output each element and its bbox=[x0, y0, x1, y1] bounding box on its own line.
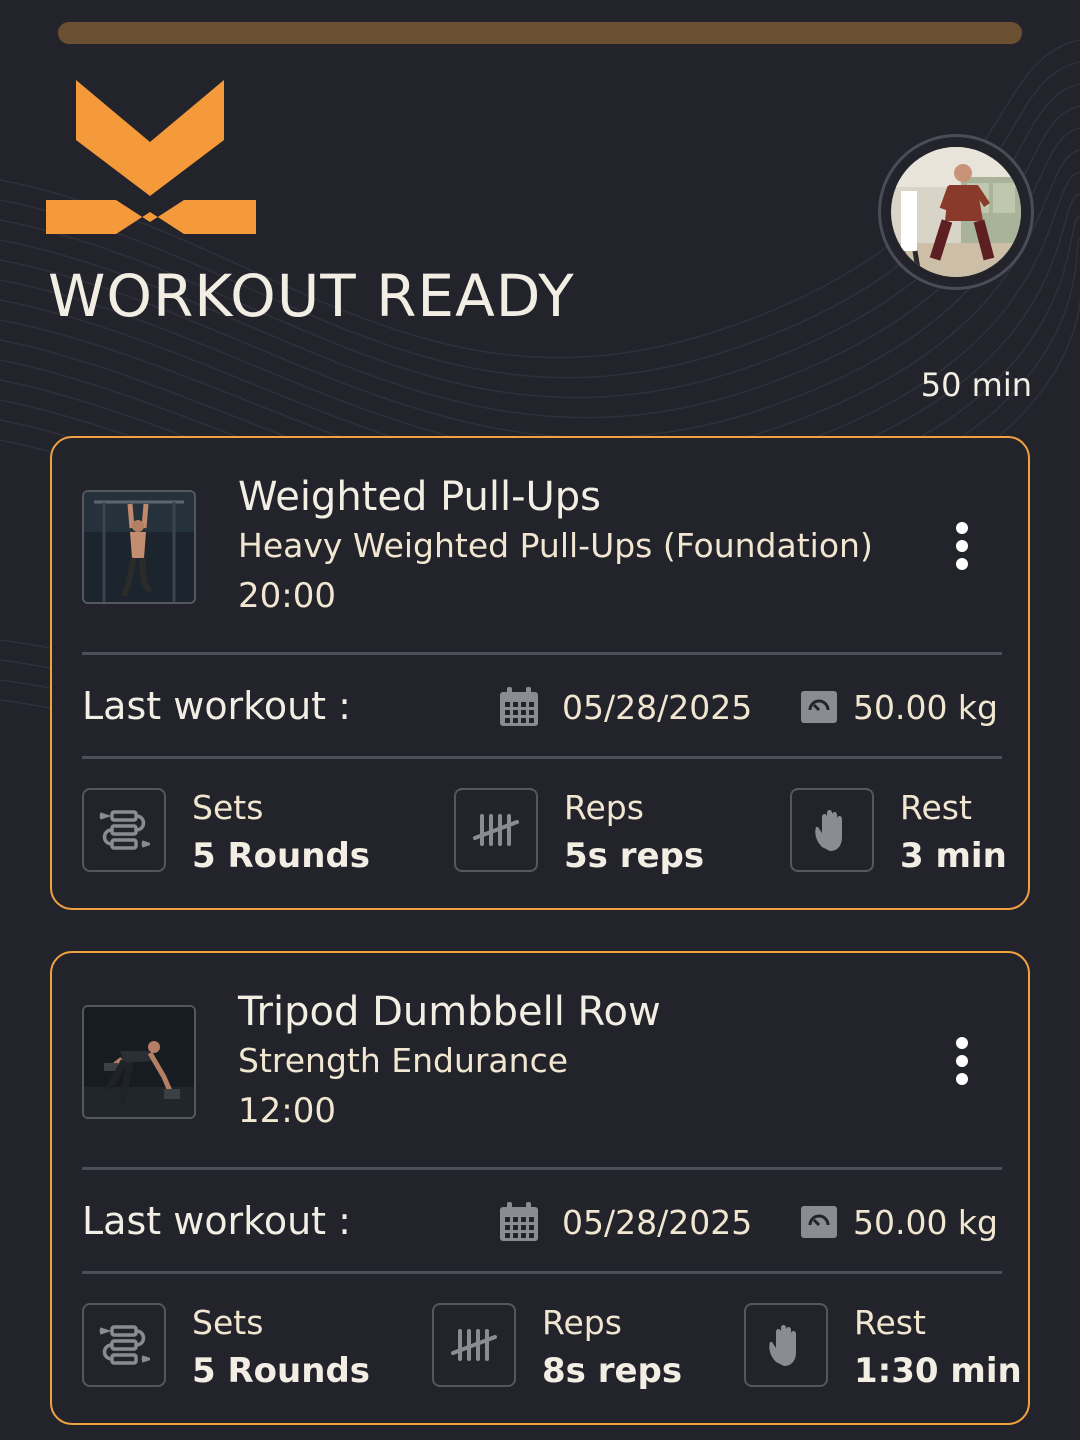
divider bbox=[82, 1167, 1002, 1170]
rest-icon-box bbox=[744, 1303, 828, 1387]
sets-icon bbox=[99, 1325, 150, 1365]
last-workout-label: Last workout : bbox=[82, 684, 351, 728]
exercise-name: Weighted Pull-Ups bbox=[238, 474, 602, 520]
reps-icon-box bbox=[454, 788, 538, 872]
rest-icon-box bbox=[790, 788, 874, 872]
sets-value: 5 Rounds bbox=[192, 836, 371, 876]
exercise-time: 20:00 bbox=[238, 576, 336, 616]
exercise-subtitle: Heavy Weighted Pull-Ups (Foundation) bbox=[238, 526, 873, 565]
rest-value: 3 min bbox=[900, 836, 1007, 876]
more-options-icon[interactable] bbox=[942, 1035, 982, 1087]
dumbbell-row-photo bbox=[82, 1005, 196, 1119]
more-options-icon[interactable] bbox=[942, 520, 982, 572]
reps-label: Reps bbox=[542, 1303, 622, 1342]
weight-scale-icon bbox=[801, 691, 837, 723]
calendar-icon bbox=[500, 687, 538, 726]
calendar-icon bbox=[500, 1202, 538, 1241]
divider bbox=[82, 1271, 1002, 1274]
hand-stop-icon bbox=[769, 1325, 796, 1366]
sets-label: Sets bbox=[192, 1303, 264, 1342]
rest-value: 1:30 min bbox=[854, 1351, 1022, 1391]
tally-marks-icon bbox=[473, 814, 519, 846]
exercise-card[interactable]: Tripod Dumbbell Row Strength Endurance 1… bbox=[50, 951, 1030, 1425]
reps-value: 5s reps bbox=[564, 836, 705, 876]
weight-scale-icon bbox=[801, 1206, 837, 1238]
exercise-subtitle: Strength Endurance bbox=[238, 1041, 569, 1080]
trainer-avatar-photo bbox=[891, 147, 1021, 277]
last-workout-date: 05/28/2025 bbox=[562, 688, 753, 727]
reps-value: 8s reps bbox=[542, 1351, 683, 1391]
sets-icon-box bbox=[82, 1303, 166, 1387]
workout-progress-bar bbox=[58, 22, 1022, 44]
trainer-avatar[interactable] bbox=[878, 134, 1034, 290]
hand-stop-icon bbox=[815, 810, 842, 851]
last-workout-label: Last workout : bbox=[82, 1199, 351, 1243]
rest-label: Rest bbox=[900, 788, 972, 827]
last-workout-weight: 50.00 kg bbox=[852, 688, 998, 727]
page-title: WORKOUT READY bbox=[48, 262, 575, 330]
rest-label: Rest bbox=[854, 1303, 926, 1342]
tally-marks-icon bbox=[451, 1329, 497, 1361]
x-brand-logo-icon bbox=[46, 80, 256, 234]
reps-label: Reps bbox=[564, 788, 644, 827]
last-workout-date: 05/28/2025 bbox=[562, 1203, 753, 1242]
progress-bar-fill bbox=[58, 22, 1022, 44]
sets-icon bbox=[99, 810, 150, 850]
last-workout-weight: 50.00 kg bbox=[852, 1203, 998, 1242]
divider bbox=[82, 652, 1002, 655]
exercise-name: Tripod Dumbbell Row bbox=[238, 989, 661, 1035]
exercise-time: 12:00 bbox=[238, 1091, 336, 1131]
exercise-card[interactable]: Weighted Pull-Ups Heavy Weighted Pull-Up… bbox=[50, 436, 1030, 910]
sets-label: Sets bbox=[192, 788, 264, 827]
reps-icon-box bbox=[432, 1303, 516, 1387]
sets-value: 5 Rounds bbox=[192, 1351, 371, 1391]
sets-icon-box bbox=[82, 788, 166, 872]
pull-up-photo bbox=[82, 490, 196, 604]
workout-ready-screen: WORKOUT READY 50 min Weighted Pull-Ups H… bbox=[0, 0, 1080, 1440]
divider bbox=[82, 756, 1002, 759]
total-duration: 50 min bbox=[920, 366, 1032, 404]
